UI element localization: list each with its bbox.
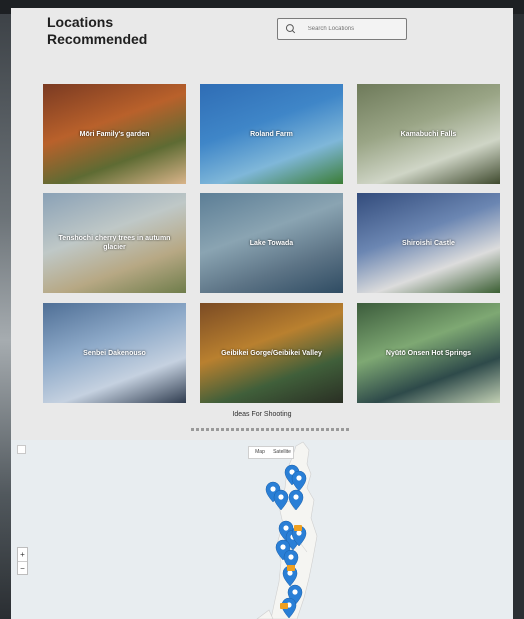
- ideas-heading[interactable]: Ideas For Shooting: [11, 411, 513, 418]
- search-box[interactable]: [277, 18, 407, 40]
- location-card[interactable]: Kamabuchi Falls: [357, 84, 500, 184]
- location-card[interactable]: Roland Farm: [200, 84, 343, 184]
- ideas-subtext: [191, 428, 351, 431]
- map-view[interactable]: Map Satellite + −: [11, 440, 513, 619]
- map-pin-icon[interactable]: [288, 489, 304, 511]
- map-marker-icon[interactable]: [294, 525, 302, 531]
- search-input[interactable]: [307, 26, 406, 32]
- location-card[interactable]: Geibikei Gorge/Geibikei Valley: [200, 303, 343, 403]
- location-card[interactable]: Tenshochi cherry trees in autumn glacier: [43, 193, 186, 293]
- location-card-label: Roland Farm: [250, 130, 293, 138]
- page-title: Locations Recommended: [47, 14, 207, 48]
- location-card-label: Shiroishi Castle: [402, 239, 455, 247]
- map-marker-icon[interactable]: [287, 565, 295, 571]
- location-card[interactable]: Lake Towada: [200, 193, 343, 293]
- location-card-label: Senbei Dakenouso: [83, 349, 146, 357]
- locations-panel: Locations Recommended Mōri Family's gard…: [11, 8, 513, 440]
- search-icon: [285, 24, 296, 34]
- location-card-label: Nyūtō Onsen Hot Springs: [385, 349, 472, 357]
- location-card[interactable]: Mōri Family's garden: [43, 84, 186, 184]
- location-card[interactable]: Shiroishi Castle: [357, 193, 500, 293]
- map-marker-icon[interactable]: [280, 603, 288, 609]
- location-card-label: Lake Towada: [249, 239, 294, 247]
- map-pin-icon[interactable]: [273, 489, 289, 511]
- location-card[interactable]: Senbei Dakenouso: [43, 303, 186, 403]
- map-pin-icon[interactable]: [291, 470, 307, 492]
- location-card-label: Mōri Family's garden: [79, 130, 150, 138]
- page-title-line2: Recommended: [47, 31, 148, 47]
- location-card-label: Kamabuchi Falls: [400, 130, 457, 138]
- location-card-label: Tenshochi cherry trees in autumn glacier: [58, 235, 171, 251]
- page-title-line1: Locations: [47, 14, 114, 30]
- location-card-label: Geibikei Gorge/Geibikei Valley: [221, 349, 322, 357]
- map-markers: [265, 464, 307, 619]
- location-card[interactable]: Nyūtō Onsen Hot Springs: [357, 303, 500, 403]
